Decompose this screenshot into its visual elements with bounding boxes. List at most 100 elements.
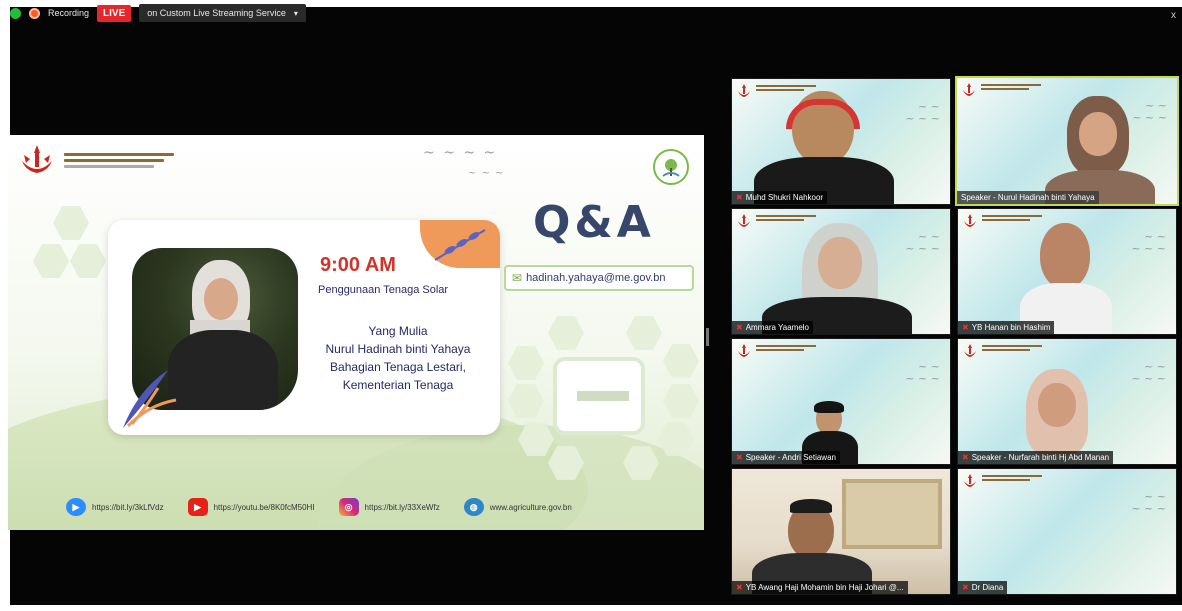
social-link-text: https://youtu.be/8K0fcM50HI xyxy=(213,502,315,512)
participant-name-label: Speaker - Nurul Hadinah binti Yahaya xyxy=(957,191,1099,204)
hexagon-decoration xyxy=(548,316,584,350)
chevron-down-icon: ▾ xyxy=(293,8,298,18)
brunei-crest-icon xyxy=(964,474,976,487)
stream-service-label: on Custom Live Streaming Service xyxy=(147,8,286,18)
participant-tile[interactable]: ✖ YB Awang Haji Mohamin bin Haji Johari … xyxy=(731,468,951,595)
hexagon-decoration xyxy=(663,344,699,378)
event-subtitle-script: ~ ~ ~ xyxy=(468,168,505,179)
participant-name-label: ✖ Speaker - Andri Setiawan xyxy=(732,451,840,464)
speaker-ministry: Kementerian Tenaga xyxy=(342,378,454,392)
social-link-text: https://bit.ly/33XeWfz xyxy=(364,502,440,512)
speaker-details: Yang Mulia Nurul Hadinah binti Yahaya Ba… xyxy=(314,322,482,394)
hexagon-decoration xyxy=(626,316,662,350)
youtube-icon: ▶ xyxy=(187,498,208,516)
speaker-name: Nurul Hadinah binti Yahaya xyxy=(325,342,471,356)
social-link-web: ◍ www.agriculture.gov.bn xyxy=(463,498,572,516)
participant-video xyxy=(1040,223,1090,289)
speaker-department: Bahagian Tenaga Lestari, xyxy=(330,360,466,374)
meeting-toolbar: Recording LIVE on Custom Live Streaming … xyxy=(10,3,306,23)
brunei-crest-icon xyxy=(964,344,976,357)
mail-icon: ✉ xyxy=(512,271,523,285)
event-title-script: ~ ~ ~ ~ ~ xyxy=(1132,99,1167,124)
hexagon-decoration xyxy=(508,346,544,380)
participant-name-label: ✖ Dr Diana xyxy=(958,581,1008,594)
participant-name: Dr Diana xyxy=(971,583,1004,592)
hexagon-decoration xyxy=(33,244,69,278)
ministry-name-jawi xyxy=(756,345,816,353)
participant-name-label: ✖ YB Hanan bin Hashim xyxy=(958,321,1055,334)
zoom-icon: ▶ xyxy=(66,498,86,516)
participant-tile[interactable]: ~ ~ ~ ~ ~ ✖ Ammara Yaamelo xyxy=(731,208,951,335)
brunei-crest-icon xyxy=(964,214,976,227)
hexagon-decoration xyxy=(53,206,89,240)
splitter-handle[interactable] xyxy=(706,328,709,346)
mic-muted-icon: ✖ xyxy=(736,453,743,462)
participant-name: YB Hanan bin Hashim xyxy=(971,323,1051,332)
hexagon-decoration xyxy=(663,384,699,418)
mic-muted-icon: ✖ xyxy=(736,193,743,202)
participant-tile[interactable]: ~ ~ ~ ~ ~ ✖ Muhd Shukri Nahkoor xyxy=(731,78,951,205)
participant-name-label: ✖ YB Awang Haji Mohamin bin Haji Johari … xyxy=(732,581,908,594)
participant-name: Muhd Shukri Nahkoor xyxy=(745,193,824,202)
participant-name-label: ✖ Ammara Yaamelo xyxy=(732,321,813,334)
speaker-card: 9:00 AM Penggunaan Tenaga Solar Yang Mul… xyxy=(108,220,500,435)
participant-tile[interactable]: ~ ~ ~ ~ ~ ✖ Dr Diana xyxy=(957,468,1177,595)
ministry-name-jawi xyxy=(982,215,1042,223)
participant-tile[interactable]: ~ ~ ~ ~ ~ ✖ Speaker - Nurfarah binti Hj A… xyxy=(957,338,1177,465)
participant-name: Speaker - Andri Setiawan xyxy=(745,453,836,462)
web-icon: ◍ xyxy=(463,498,484,516)
social-link-text: https://bit.ly/3kLfVdz xyxy=(92,502,164,512)
mic-muted-icon: ✖ xyxy=(736,583,743,592)
instagram-icon: ◎ xyxy=(338,498,359,516)
event-title-script: ~ ~ ~ ~ xyxy=(423,145,498,161)
event-logo-icon xyxy=(653,149,689,185)
leaf-decoration xyxy=(123,370,177,428)
participant-tile[interactable]: ~ ~ ~ ~ ~ ✖ Speaker - Andri Setiawan xyxy=(731,338,951,465)
participant-name: Ammara Yaamelo xyxy=(745,323,809,332)
participant-name: Speaker - Nurul Hadinah binti Yahaya xyxy=(961,193,1095,202)
brunei-crest-icon xyxy=(738,84,750,97)
ministry-name-jawi xyxy=(756,215,816,223)
recording-icon[interactable] xyxy=(29,7,40,19)
contact-email: hadinah.yahaya@me.gov.bn xyxy=(526,272,666,284)
social-links: ▶ https://bit.ly/3kLfVdz ▶ https://youtu… xyxy=(66,498,572,516)
ministry-name-jawi xyxy=(981,84,1041,92)
participant-name: Speaker - Nurfarah binti Hj Abd Manan xyxy=(971,453,1110,462)
social-link-zoom: ▶ https://bit.ly/3kLfVdz xyxy=(66,498,164,516)
event-title-script: ~ ~ ~ ~ ~ xyxy=(1131,360,1166,385)
contact-email-box: ✉ hadinah.yahaya@me.gov.bn xyxy=(504,265,694,291)
live-badge[interactable]: LIVE xyxy=(97,4,132,22)
participant-tile[interactable]: ~ ~ ~ ~ ~ ✖ YB Hanan bin Hashim xyxy=(957,208,1177,335)
mic-muted-icon: ✖ xyxy=(962,583,969,592)
close-icon[interactable]: x xyxy=(1171,10,1176,21)
ministry-name-jawi xyxy=(982,475,1042,483)
monitor-illustration xyxy=(553,357,645,435)
ministry-name-jawi xyxy=(756,85,816,93)
participant-name: YB Awang Haji Mohamin bin Haji Johari @.… xyxy=(745,583,904,592)
leaf-decoration xyxy=(420,220,500,268)
participant-name-label: ✖ Muhd Shukri Nahkoor xyxy=(732,191,828,204)
session-time: 9:00 AM xyxy=(320,254,396,276)
event-title-script: ~ ~ ~ ~ ~ xyxy=(905,360,940,385)
event-title-script: ~ ~ ~ ~ ~ xyxy=(1131,490,1166,515)
social-link-youtube: ▶ https://youtu.be/8K0fcM50HI xyxy=(187,498,315,516)
mic-muted-icon: ✖ xyxy=(962,453,969,462)
hexagon-decoration xyxy=(70,244,106,278)
participant-tile-active-speaker[interactable]: ~ ~ ~ ~ ~ Speaker - Nurul Hadinah binti Y… xyxy=(955,76,1179,206)
shared-screen: ~ ~ ~ ~ ~ ~ ~ 9:00 AM Penggunaan Tenaga … xyxy=(8,135,704,530)
brunei-crest-icon xyxy=(738,344,750,357)
social-link-text: www.agriculture.gov.bn xyxy=(489,502,572,512)
brunei-crest-icon xyxy=(22,145,52,173)
recording-label: Recording xyxy=(48,8,90,18)
event-title-script: ~ ~ ~ ~ ~ xyxy=(1131,230,1166,255)
social-link-instagram: ◎ https://bit.ly/33XeWfz xyxy=(338,498,440,516)
security-shield-icon[interactable] xyxy=(10,7,21,19)
ministry-name-jawi xyxy=(64,152,174,168)
participant-name-label: ✖ Speaker - Nurfarah binti Hj Abd Manan xyxy=(958,451,1114,464)
mic-muted-icon: ✖ xyxy=(962,323,969,332)
mic-muted-icon: ✖ xyxy=(736,323,743,332)
brunei-crest-icon xyxy=(963,83,975,96)
session-topic: Penggunaan Tenaga Solar xyxy=(318,284,449,296)
event-title-script: ~ ~ ~ ~ ~ xyxy=(905,230,940,255)
live-stream-service-dropdown[interactable]: on Custom Live Streaming Service ▾ xyxy=(139,4,306,22)
